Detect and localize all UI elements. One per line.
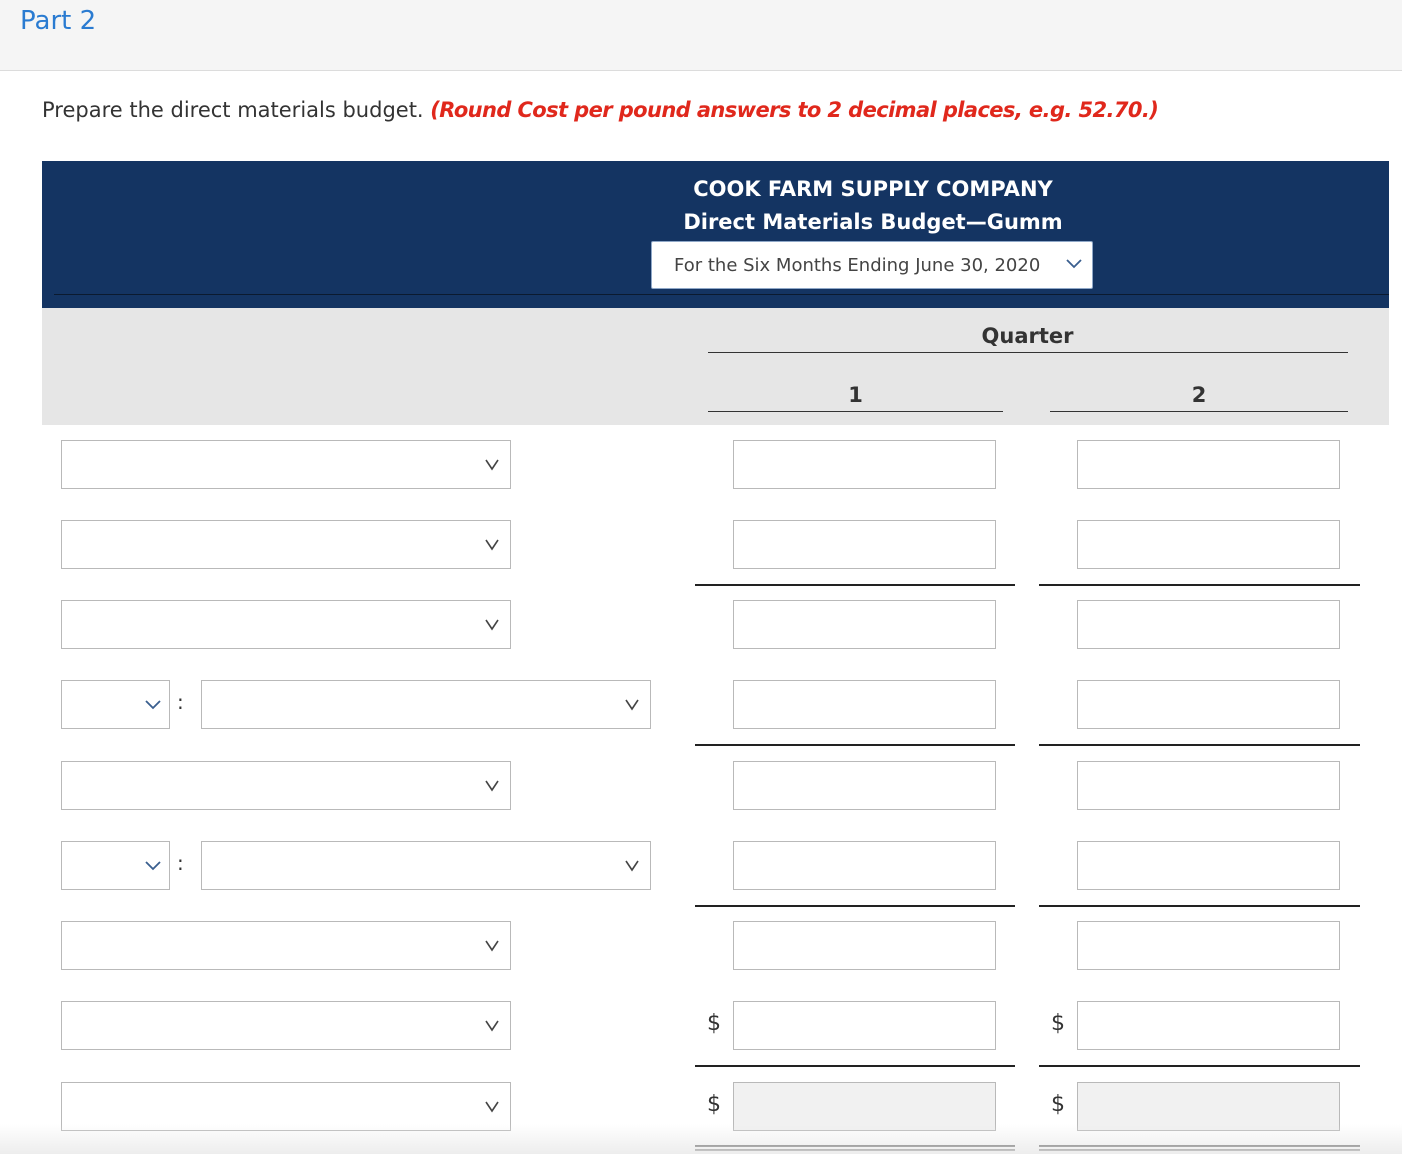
budget-title: Direct Materials Budget—Gumm [683, 210, 1063, 234]
chevron-down-icon [145, 861, 161, 871]
row-7-q2-input[interactable] [1077, 921, 1340, 970]
row-8-q1-underline [695, 1065, 1015, 1067]
row-9-q2-currency: $ [1051, 1092, 1065, 1117]
row-3-label-select[interactable] [61, 600, 511, 649]
row-1-label-select[interactable] [61, 440, 511, 489]
chevron-right-icon [485, 619, 499, 631]
row-6-colon: : [177, 851, 184, 875]
instructions-text: Prepare the direct materials budget. [42, 98, 424, 122]
row-6-q1-underline [695, 905, 1015, 907]
bottom-fade [0, 1124, 1402, 1154]
row-8-q1-input[interactable] [733, 1001, 996, 1050]
row-8-q2-input[interactable] [1077, 1001, 1340, 1050]
row-4-operator-select[interactable] [61, 680, 170, 729]
period-select[interactable]: For the Six Months Ending June 30, 2020 [651, 241, 1093, 289]
row-4-q1-underline [695, 744, 1015, 746]
instructions: Prepare the direct materials budget. (Ro… [42, 98, 1159, 122]
chevron-right-icon [485, 780, 499, 792]
row-4-q2-input[interactable] [1077, 680, 1340, 729]
row-8-q2-underline [1039, 1065, 1360, 1067]
row-7-label-select[interactable] [61, 921, 511, 970]
row-8-q1-currency: $ [707, 1011, 721, 1036]
row-2-q2-input[interactable] [1077, 520, 1340, 569]
row-9-q1-currency: $ [707, 1092, 721, 1117]
row-3-q1-input[interactable] [733, 600, 996, 649]
row-5-q2-input[interactable] [1077, 761, 1340, 810]
chevron-down-icon [145, 700, 161, 710]
row-4-colon: : [177, 690, 184, 714]
chevron-right-icon [485, 1101, 499, 1113]
row-6-q2-underline [1039, 905, 1360, 907]
row-6-label-select[interactable] [201, 841, 651, 890]
chevron-right-icon [485, 539, 499, 551]
row-2-q2-underline [1039, 584, 1360, 586]
row-8-label-select[interactable] [61, 1001, 511, 1050]
row-7-q1-input[interactable] [733, 921, 996, 970]
quarter-group-label: Quarter [981, 324, 1074, 348]
chevron-right-icon [485, 1020, 499, 1032]
row-2-label-select[interactable] [61, 520, 511, 569]
quarter-1-label: 1 [848, 383, 863, 407]
chevron-right-icon [485, 940, 499, 952]
row-1-q2-input[interactable] [1077, 440, 1340, 489]
period-select-value: For the Six Months Ending June 30, 2020 [674, 255, 1041, 276]
chevron-right-icon [625, 860, 639, 872]
row-3-q2-input[interactable] [1077, 600, 1340, 649]
row-4-q1-input[interactable] [733, 680, 996, 729]
row-6-q2-input[interactable] [1077, 841, 1340, 890]
chevron-right-icon [625, 699, 639, 711]
row-4-q2-underline [1039, 744, 1360, 746]
row-1-q1-input[interactable] [733, 440, 996, 489]
quarter-2-label: 2 [1191, 383, 1207, 407]
quarter-underline [708, 352, 1348, 353]
part-title: Part 2 [20, 6, 97, 36]
row-5-label-select[interactable] [61, 761, 511, 810]
row-6-operator-select[interactable] [61, 841, 170, 890]
row-2-q1-underline [695, 584, 1015, 586]
chevron-right-icon [485, 459, 499, 471]
company-name: COOK FARM SUPPLY COMPANY [693, 177, 1053, 201]
row-4-label-select[interactable] [201, 680, 651, 729]
chevron-down-icon [1066, 259, 1082, 269]
row-2-q1-input[interactable] [733, 520, 996, 569]
budget-header: COOK FARM SUPPLY COMPANY Direct Material… [42, 161, 1389, 308]
quarter-1-underline [708, 411, 1003, 412]
row-6-q1-input[interactable] [733, 841, 996, 890]
column-header: Quarter 1 2 [42, 308, 1389, 425]
row-5-q1-input[interactable] [733, 761, 996, 810]
header-divider [54, 294, 1389, 295]
rounding-note: (Round Cost per pound answers to 2 decim… [430, 98, 1159, 122]
quarter-2-underline [1050, 411, 1348, 412]
row-8-q2-currency: $ [1051, 1011, 1065, 1036]
part-header-bar: Part 2 [0, 0, 1402, 71]
